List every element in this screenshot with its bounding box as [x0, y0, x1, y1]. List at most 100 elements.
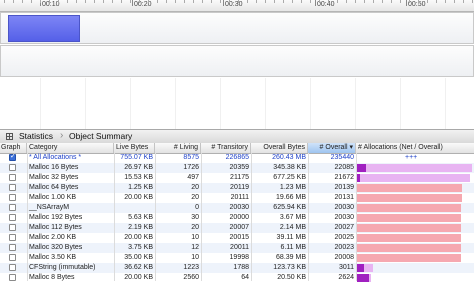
graph-checkbox[interactable]: [9, 164, 16, 171]
cell-category: Malloc 2.00 KB: [29, 234, 77, 241]
ruler-minor-tick: [13, 0, 14, 3]
cell-live-bytes: 1.25 KB: [128, 184, 153, 191]
table-row[interactable]: Malloc 16 Bytes 26.97 KB 1726 20359 345.38 K…: [0, 163, 474, 173]
column-separator: [201, 153, 202, 281]
allocations-track[interactable]: [0, 12, 474, 44]
cell-category: CFString (immutable): [29, 264, 96, 271]
table-row[interactable]: Malloc 320 Bytes 3.75 KB 12 20011 6.11 MB 200…: [0, 243, 474, 253]
ruler-minor-tick: [22, 0, 23, 3]
table-row[interactable]: Malloc 8 Bytes 20.00 KB 2560 64 20.50 KB 2624: [0, 273, 474, 283]
ruler-minor-tick: [193, 0, 194, 3]
grid-view-icon[interactable]: [6, 133, 13, 140]
ruler-minor-tick: [427, 0, 428, 3]
overall-allocations-bar: [357, 194, 462, 202]
cell-transitory: 1788: [233, 264, 249, 271]
breadcrumb-object-summary[interactable]: Object Summary: [69, 131, 132, 141]
overall-allocations-bar: [357, 214, 461, 222]
cell-transitory: 20119: [230, 184, 249, 191]
ruler-minor-tick: [4, 0, 5, 3]
cell-overall-bytes: 68.39 MB: [276, 254, 306, 261]
column-overall-sorted[interactable]: # Overall ▾: [308, 143, 356, 153]
column-separator: [114, 153, 115, 281]
ruler-minor-tick: [220, 0, 221, 3]
cell-live-bytes: 36.62 KB: [124, 264, 153, 271]
ruler-minor-tick: [256, 0, 257, 3]
ruler-minor-tick: [49, 0, 50, 3]
graph-checkbox[interactable]: [9, 152, 16, 161]
cell-transitory: 21175: [230, 174, 249, 181]
cell-transitory: 19998: [229, 254, 249, 261]
allocation-selection-segment[interactable]: [8, 15, 80, 42]
table-row[interactable]: Malloc 192 Bytes 5.63 KB 30 20000 3.67 MB 200…: [0, 213, 474, 223]
cell-living: 20: [191, 194, 199, 201]
graph-checkbox[interactable]: [9, 234, 16, 241]
cell-living: 20: [191, 224, 199, 231]
cell-category: Malloc 192 Bytes: [29, 214, 83, 221]
column-live-bytes[interactable]: Live Bytes: [114, 143, 155, 153]
cell-live-bytes: 3.75 KB: [128, 244, 153, 251]
table-row[interactable]: Malloc 3.50 KB 35.00 KB 10 19998 68.39 MB 200…: [0, 253, 474, 263]
cell-overall: 3011: [338, 264, 354, 271]
cell-live-bytes: 20.00 KB: [124, 234, 153, 241]
breadcrumb-statistics[interactable]: Statistics: [19, 131, 53, 141]
graph-checkbox[interactable]: [9, 254, 16, 261]
ruler-major-tick: [132, 0, 133, 6]
ruler-minor-tick: [103, 0, 104, 3]
overall-allocations-bar: [357, 254, 461, 262]
graph-gridline: [445, 78, 446, 129]
ruler-minor-tick: [211, 0, 212, 3]
graph-checkbox[interactable]: [9, 184, 16, 191]
table-row[interactable]: __NSArrayM 0 20030 625.94 KB 20030: [0, 203, 474, 213]
cell-overall-bytes: 6.11 MB: [280, 244, 306, 251]
column-living[interactable]: # Living: [155, 143, 201, 153]
graph-gridline: [355, 78, 356, 129]
column-category[interactable]: Category: [27, 143, 114, 153]
column-allocations-net-overall[interactable]: # Allocations (Net / Overall): [356, 143, 474, 153]
graph-checkbox[interactable]: [9, 244, 16, 251]
ruler-minor-tick: [31, 0, 32, 3]
graph-checkbox[interactable]: [9, 194, 16, 201]
cell-overall-bytes: 123.73 KB: [273, 264, 306, 271]
ruler-minor-tick: [364, 0, 365, 3]
graph-checkbox[interactable]: [9, 274, 16, 281]
ruler-minor-tick: [184, 0, 185, 3]
cell-overall-bytes: 345.38 KB: [273, 164, 306, 171]
graph-checkbox[interactable]: [9, 214, 16, 221]
cell-living: 2560: [183, 274, 199, 281]
ruler-minor-tick: [400, 0, 401, 3]
ruler-minor-tick: [112, 0, 113, 3]
graph-checkbox[interactable]: [9, 174, 16, 181]
table-row[interactable]: Malloc 1.00 KB 20.00 KB 20 20111 19.66 MB 201…: [0, 193, 474, 203]
table-row[interactable]: CFString (immutable) 36.62 KB 1223 1788 123.…: [0, 263, 474, 273]
table-row[interactable]: Malloc 112 Bytes 2.19 KB 20 20007 2.14 MB 200…: [0, 223, 474, 233]
graph-gridline: [310, 78, 311, 129]
table-row[interactable]: Malloc 64 Bytes 1.25 KB 20 20119 1.23 MB 2013…: [0, 183, 474, 193]
column-transitory[interactable]: # Transitory: [201, 143, 251, 153]
table-row[interactable]: * All Allocations * 755.07 KB 8575 226865 26…: [0, 152, 474, 163]
timeline-ruler[interactable]: 00:10 00:20 00:30 00:40 00:50: [0, 0, 474, 12]
graph-gridline: [130, 78, 131, 129]
ruler-minor-tick: [139, 0, 140, 3]
overall-allocations-bar: [357, 164, 472, 172]
cell-live-bytes: 20.00 KB: [124, 194, 153, 201]
ruler-minor-tick: [301, 0, 302, 3]
table-row[interactable]: Malloc 2.00 KB 20.00 KB 10 20015 39.11 MB 200…: [0, 233, 474, 243]
ruler-minor-tick: [76, 0, 77, 3]
cell-transitory: 20030: [229, 204, 249, 211]
ruler-time-label: 00:30: [225, 1, 243, 8]
table-row[interactable]: Malloc 32 Bytes 15.53 KB 497 21175 677.25 KB…: [0, 173, 474, 183]
ruler-minor-tick: [472, 0, 473, 3]
ruler-minor-tick: [292, 0, 293, 3]
chevron-right-icon: ›: [60, 130, 64, 141]
cell-living: 20: [191, 184, 199, 191]
cell-overall: 20023: [334, 244, 354, 251]
vm-tracker-track[interactable]: [0, 45, 474, 77]
column-overall-bytes[interactable]: Overall Bytes: [251, 143, 308, 153]
ruler-minor-tick: [67, 0, 68, 3]
graph-checkbox[interactable]: [9, 264, 16, 271]
cell-living: 1223: [183, 264, 199, 271]
cell-transitory: 20111: [230, 194, 249, 201]
graph-checkbox[interactable]: [9, 204, 16, 211]
graph-checkbox[interactable]: [9, 224, 16, 231]
ruler-minor-tick: [148, 0, 149, 3]
